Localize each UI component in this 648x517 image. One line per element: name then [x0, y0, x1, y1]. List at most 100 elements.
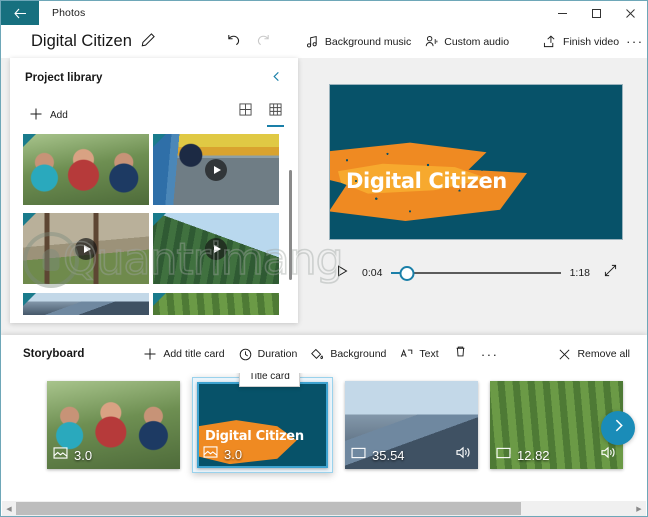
- selection-corner-icon: [23, 134, 36, 147]
- command-bar-more-button[interactable]: ···: [626, 28, 644, 56]
- grid-small-underline: [266, 125, 284, 127]
- command-bar: Digital Citizen Background music Custom …: [1, 25, 647, 58]
- background-label: Background: [330, 348, 387, 360]
- library-vertical-scrollbar[interactable]: [289, 170, 292, 280]
- selection-corner-icon: [153, 292, 166, 306]
- plus-icon: [29, 107, 43, 124]
- redo-icon: [256, 32, 271, 52]
- library-view-toggles: [232, 100, 288, 130]
- library-title: Project library: [25, 72, 103, 84]
- clip-duration: 3.0: [74, 447, 93, 463]
- duration-label: Duration: [257, 348, 298, 360]
- thumbnail-image: [23, 292, 149, 315]
- photos-video-editor-window: Photos Digital Citizen Background music …: [0, 0, 648, 517]
- preview-card-title: Digital Citizen: [346, 169, 507, 193]
- trash-icon: [454, 345, 467, 363]
- grid-small-icon: [268, 103, 282, 121]
- playback-slider[interactable]: [391, 263, 561, 283]
- titlebar: Photos: [1, 1, 647, 25]
- minimize-button[interactable]: [545, 1, 579, 25]
- library-header: Project library: [10, 58, 298, 98]
- scroll-left-arrow[interactable]: ◀: [2, 501, 16, 516]
- total-time: 1:18: [569, 267, 590, 279]
- library-thumb-park[interactable]: [23, 213, 149, 285]
- scroll-right-arrow[interactable]: ▶: [632, 501, 646, 516]
- speaker-icon: [601, 446, 616, 464]
- thumbnail-image: [153, 292, 279, 315]
- grid-small-view-button[interactable]: [262, 100, 288, 130]
- background-button[interactable]: Background: [304, 340, 393, 368]
- text-label: Text: [419, 348, 439, 360]
- video-icon: [351, 446, 366, 464]
- preview-video-frame[interactable]: Digital Citizen: [329, 84, 623, 240]
- clip-tooltip: Title card: [239, 373, 300, 387]
- chevron-left-icon: [271, 69, 282, 87]
- remove-all-label: Remove all: [577, 348, 630, 360]
- grid-large-view-button[interactable]: [232, 100, 258, 130]
- add-media-button[interactable]: Add: [23, 102, 74, 128]
- rename-project-button[interactable]: [141, 32, 156, 52]
- undo-button[interactable]: [219, 28, 249, 56]
- slider-track: [391, 272, 561, 274]
- library-collapse-button[interactable]: [264, 66, 288, 90]
- storyboard-panel: Storyboard Add title card Duration Backg…: [1, 335, 647, 516]
- remove-all-button[interactable]: Remove all: [551, 340, 637, 368]
- redo-button[interactable]: [249, 28, 279, 56]
- slider-knob[interactable]: [399, 265, 415, 281]
- storyboard-more-button[interactable]: ···: [476, 340, 504, 368]
- text-icon: [400, 348, 413, 361]
- scrollbar-rail[interactable]: [16, 501, 632, 516]
- library-thumb-cyclists[interactable]: [23, 134, 149, 205]
- storyboard-next-button[interactable]: [601, 411, 635, 445]
- storyboard-horizontal-scrollbar[interactable]: ◀ ▶: [2, 501, 646, 516]
- selection-corner-icon: [153, 134, 166, 147]
- library-thumb-mountain[interactable]: [23, 292, 149, 315]
- storyboard-toolbar: Storyboard Add title card Duration Backg…: [1, 335, 647, 373]
- selection-corner-icon: [23, 213, 36, 227]
- window-controls: [545, 1, 647, 25]
- scrollbar-thumb[interactable]: [16, 502, 522, 515]
- clip-metadata: 3.0: [53, 446, 92, 464]
- duration-button[interactable]: Duration: [232, 340, 305, 368]
- delete-clip-button[interactable]: [446, 340, 476, 368]
- custom-audio-label: Custom audio: [444, 35, 510, 48]
- storyboard-clip-mountains[interactable]: 35.54: [345, 381, 478, 469]
- library-thumb-forest[interactable]: [153, 213, 279, 285]
- project-library-panel: Project library Add: [10, 58, 298, 323]
- finish-video-button[interactable]: Finish video: [536, 28, 626, 56]
- library-thumb-trees[interactable]: [153, 292, 279, 315]
- clock-icon: [239, 348, 252, 361]
- text-button[interactable]: Text: [393, 340, 445, 368]
- speaker-icon: [456, 446, 471, 464]
- maximize-button[interactable]: [579, 1, 613, 25]
- background-music-button[interactable]: Background music: [299, 28, 418, 56]
- selection-corner-icon: [23, 292, 36, 306]
- storyboard-clip-title-card[interactable]: Digital Citizen 3.0 Title card: [192, 373, 333, 473]
- storyboard-right-group: Remove all: [551, 340, 637, 368]
- play-button[interactable]: [331, 262, 353, 284]
- person-audio-icon: [425, 35, 438, 48]
- storyboard-clip-cyclists[interactable]: 3.0: [47, 381, 180, 469]
- close-icon: [558, 348, 571, 361]
- arrow-left-icon: [13, 8, 27, 19]
- undo-icon: [226, 32, 241, 52]
- fullscreen-button[interactable]: [599, 262, 621, 284]
- back-button[interactable]: [1, 1, 39, 25]
- add-title-card-button[interactable]: Add title card: [136, 340, 231, 368]
- play-overlay-icon: [75, 237, 97, 260]
- custom-audio-button[interactable]: Custom audio: [418, 28, 516, 56]
- play-overlay-icon: [205, 237, 227, 260]
- close-button[interactable]: [613, 1, 647, 25]
- storyboard-clip-strip: 3.0 Digital Citizen 3.0 Title card 35.54…: [1, 373, 647, 483]
- current-time: 0:04: [362, 267, 383, 279]
- video-preview-pane: Digital Citizen 0:04 1:18: [311, 58, 641, 323]
- project-title: Digital Citizen: [31, 32, 132, 50]
- pencil-icon: [141, 32, 156, 52]
- play-icon: [337, 264, 348, 282]
- thumbnail-image: [23, 134, 149, 205]
- clip-card-title: Digital Citizen: [205, 429, 304, 445]
- selection-corner-icon: [153, 213, 166, 227]
- clip-metadata: 35.54: [351, 446, 405, 464]
- app-name: Photos: [52, 7, 86, 19]
- library-thumb-playground[interactable]: [153, 134, 279, 205]
